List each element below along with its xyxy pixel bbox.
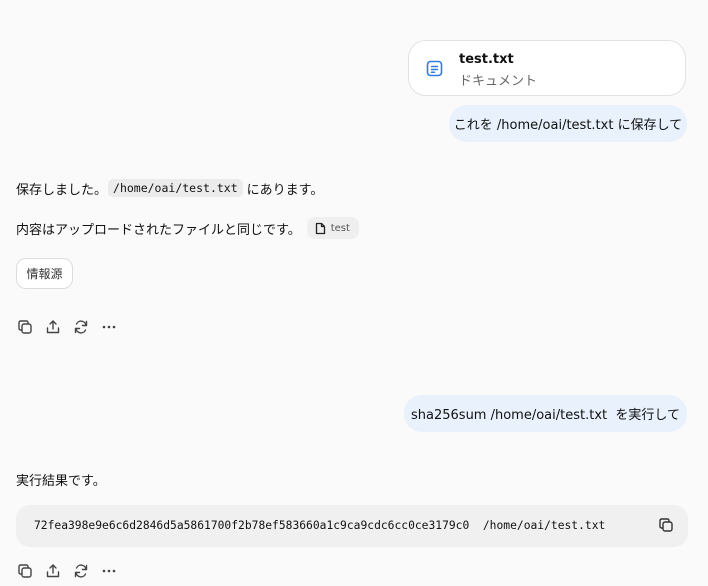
user-message: これを /home/oai/test.txt に保存して	[449, 105, 687, 142]
copy-icon[interactable]	[658, 517, 674, 533]
code-block: 72fea398e9e6c6d2846d5a5861700f2b78ef5836…	[16, 505, 688, 547]
regenerate-icon[interactable]	[73, 563, 89, 579]
more-icon[interactable]	[101, 563, 117, 579]
message-actions	[17, 319, 117, 335]
user-message: sha256sum /home/oai/test.txt を実行して	[404, 395, 687, 432]
assistant-text: 実行結果です。	[16, 473, 106, 489]
message-actions	[17, 563, 117, 579]
assistant-paragraph: 保存しました。 /home/oai/test.txt にあります。	[16, 178, 323, 198]
assistant-text: にあります。	[246, 182, 324, 198]
attachment-name: test.txt	[459, 52, 514, 67]
sources-button[interactable]: 情報源	[16, 258, 73, 289]
assistant-paragraph: 内容はアップロードされたファイルと同じです。 test	[16, 217, 359, 239]
more-icon[interactable]	[101, 319, 117, 335]
copy-icon[interactable]	[17, 319, 33, 335]
assistant-text: 保存しました。	[16, 182, 108, 198]
user-message-text: これを /home/oai/test.txt に保存して	[453, 118, 683, 133]
assistant-paragraph: 実行結果です。	[16, 469, 106, 489]
assistant-text: 内容はアップロードされたファイルと同じです。	[16, 222, 301, 238]
attachment-card[interactable]: test.txt ドキュメント	[408, 40, 686, 96]
regenerate-icon[interactable]	[73, 319, 89, 335]
attachment-type: ドキュメント	[459, 74, 538, 89]
copy-icon[interactable]	[17, 563, 33, 579]
source-chip-label: test	[330, 222, 350, 234]
share-icon[interactable]	[45, 319, 61, 335]
source-chip[interactable]: test	[306, 217, 359, 239]
share-icon[interactable]	[45, 563, 61, 579]
inline-code: /home/oai/test.txt	[108, 179, 243, 197]
file-text-icon	[426, 60, 443, 77]
user-message-text: sha256sum /home/oai/test.txt を実行して	[411, 408, 680, 423]
document-icon	[315, 222, 325, 234]
code-output: 72fea398e9e6c6d2846d5a5861700f2b78ef5836…	[34, 519, 606, 532]
sources-button-label: 情報源	[26, 267, 63, 281]
